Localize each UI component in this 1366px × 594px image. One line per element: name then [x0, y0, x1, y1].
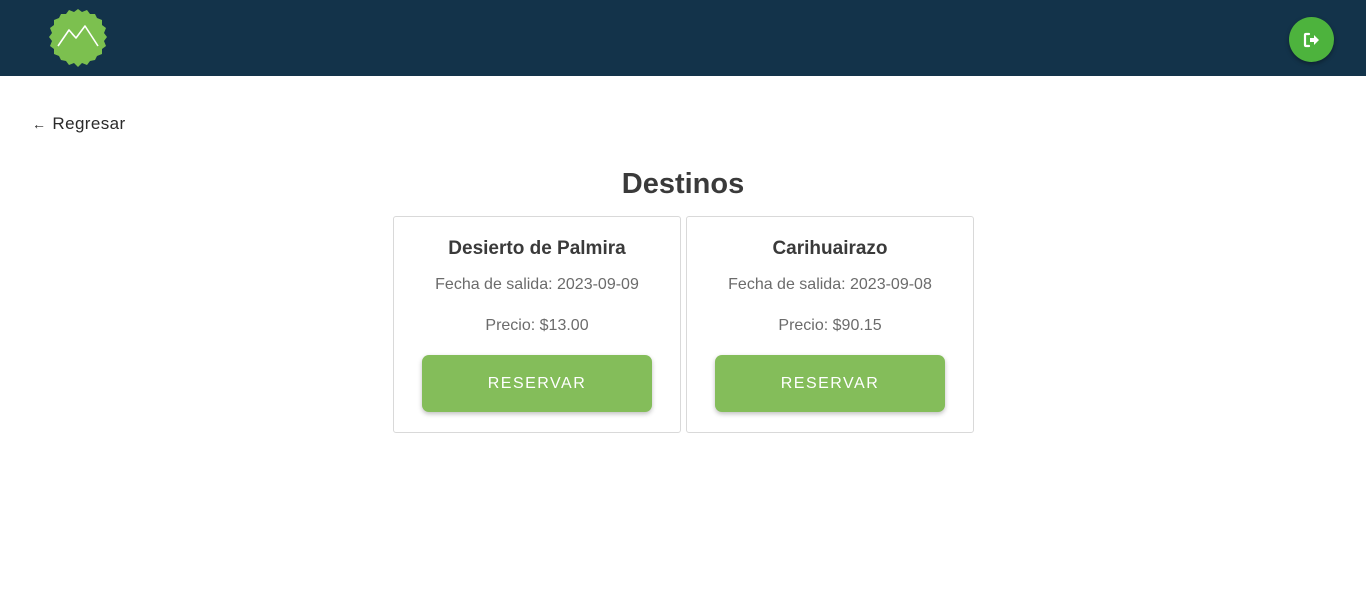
back-link[interactable]: ← Regresar — [32, 114, 126, 134]
destination-price: Precio: $90.15 — [778, 317, 882, 334]
logo[interactable] — [47, 8, 109, 70]
mountain-badge-icon — [49, 9, 107, 67]
arrow-left-icon: ← — [32, 116, 47, 132]
reserve-button[interactable]: RESERVAR — [715, 355, 945, 412]
reserve-button[interactable]: RESERVAR — [422, 355, 652, 412]
top-navbar — [0, 0, 1366, 76]
destination-card: Desierto de Palmira Fecha de salida: 202… — [393, 216, 681, 433]
sign-out-icon — [1303, 32, 1319, 47]
back-link-label: Regresar — [52, 114, 126, 133]
destination-name: Carihuairazo — [772, 238, 888, 259]
page-title: Destinos — [621, 168, 745, 200]
departure-date: Fecha de salida: 2023-09-09 — [435, 276, 639, 293]
logout-button[interactable] — [1289, 17, 1334, 62]
destination-name: Desierto de Palmira — [448, 238, 626, 259]
departure-date: Fecha de salida: 2023-09-08 — [728, 276, 932, 293]
destination-price: Precio: $13.00 — [485, 317, 589, 334]
destination-card: Carihuairazo Fecha de salida: 2023-09-08… — [686, 216, 974, 433]
